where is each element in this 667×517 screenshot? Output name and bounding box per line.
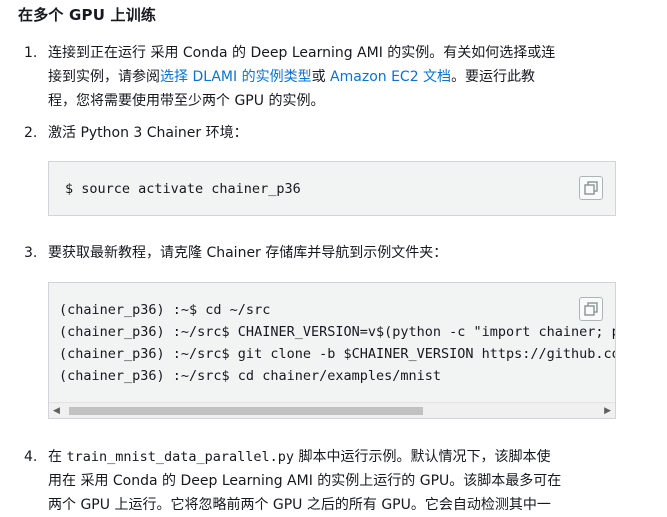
step-text: 连接到正在运行 采用 Conda 的 Deep Learning AMI 的实例… — [48, 41, 618, 113]
section-title: 在多个 GPU 上训练 — [18, 6, 157, 24]
step-text-part: 两个 GPU 上运行。它将忽略前两个 GPU 之后的所有 GPU。它会自动检测其… — [48, 497, 551, 513]
step-text: 要获取最新教程，请克隆 Chainer 存储库并导航到示例文件夹： — [48, 245, 448, 261]
step-text-part: 连接到正在运行 采用 Conda 的 Deep Learning AMI 的实例… — [48, 45, 556, 61]
script-name-code: train_mnist_data_parallel.py — [66, 449, 295, 465]
code-block-activate: $ source activate chainer_p36 — [48, 161, 616, 216]
step-text-part: 在 — [48, 449, 67, 465]
step-line: 用在 采用 Conda 的 Deep Learning AMI 的实例上运行的 … — [48, 469, 618, 493]
step-line: 连接到正在运行 采用 Conda 的 Deep Learning AMI 的实例… — [48, 41, 618, 65]
scroll-left-icon[interactable]: ◀ — [53, 406, 60, 416]
copy-icon — [584, 302, 598, 316]
copy-button[interactable] — [579, 297, 603, 321]
step-number: 3. — [24, 245, 38, 261]
step-text-part: 程，您将需要使用带至少两个 GPU 的实例。 — [48, 93, 325, 109]
step-line: 程，您将需要使用带至少两个 GPU 的实例。 — [48, 89, 618, 113]
code-line: (chainer_p36) :~/src$ CHAINER_VERSION=v$… — [59, 324, 615, 340]
instance-type-link[interactable]: 选择 DLAMI 的实例类型 — [160, 69, 312, 85]
step-text-part: 或 — [311, 69, 331, 85]
code-line: (chainer_p36) :~/src$ cd chainer/example… — [59, 368, 442, 384]
copy-button[interactable] — [579, 176, 603, 200]
copy-icon — [584, 181, 598, 195]
step-text: 在 train_mnist_data_parallel.py 脚本中运行示例。默… — [48, 445, 618, 517]
step-number: 4. — [24, 449, 38, 465]
code-block-clone: (chainer_p36) :~$ cd ~/src (chainer_p36)… — [48, 282, 616, 419]
step-text-part: 接到实例，请参阅 — [48, 69, 160, 85]
document-page: 在多个 GPU 上训练 1. 连接到正在运行 采用 Conda 的 Deep L… — [0, 0, 667, 513]
step-line: 两个 GPU 上运行。它将忽略前两个 GPU 之后的所有 GPU。它会自动检测其… — [48, 493, 618, 517]
code-lines[interactable]: (chainer_p36) :~$ cd ~/src (chainer_p36)… — [59, 299, 615, 387]
code-line: (chainer_p36) :~$ cd ~/src — [59, 302, 271, 318]
step-text-part: 用在 采用 Conda 的 Deep Learning AMI 的实例上运行的 … — [48, 473, 562, 489]
scrollbar-thumb[interactable] — [69, 407, 423, 415]
scroll-right-icon[interactable]: ▶ — [604, 406, 611, 416]
step-number: 2. — [24, 125, 38, 141]
step-line: 接到实例，请参阅选择 DLAMI 的实例类型或 Amazon EC2 文档。要运… — [48, 65, 618, 89]
ec2-docs-link[interactable]: Amazon EC2 文档 — [330, 69, 451, 85]
code-line: (chainer_p36) :~/src$ git clone -b $CHAI… — [59, 346, 615, 362]
step-text-part: 。要运行此教 — [451, 69, 536, 85]
code-line[interactable]: $ source activate chainer_p36 — [65, 178, 301, 200]
step-text-part: 脚本中运行示例。默认情况下，该脚本使 — [294, 449, 551, 465]
step-text: 激活 Python 3 Chainer 环境： — [48, 125, 248, 141]
step-line: 在 train_mnist_data_parallel.py 脚本中运行示例。默… — [48, 445, 618, 469]
step-number: 1. — [24, 45, 38, 61]
horizontal-scrollbar[interactable]: ◀ ▶ — [49, 402, 615, 418]
